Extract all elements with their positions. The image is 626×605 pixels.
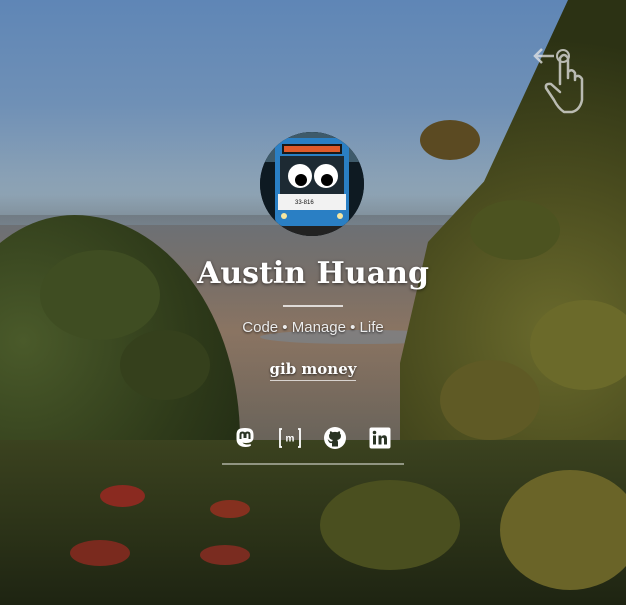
tagline: Code • Manage • Life bbox=[242, 319, 384, 336]
mastodon-icon[interactable] bbox=[233, 426, 257, 450]
github-icon[interactable] bbox=[323, 426, 347, 450]
profile-name: Austin Huang bbox=[197, 256, 429, 291]
swipe-hand-icon bbox=[533, 48, 584, 114]
linkedin-icon[interactable] bbox=[368, 426, 392, 450]
svg-text:m: m bbox=[286, 434, 295, 445]
matrix-icon[interactable]: m bbox=[278, 426, 302, 450]
link-underline bbox=[270, 380, 356, 381]
avatar: 33-816 bbox=[260, 132, 364, 236]
bus-avatar-image: 33-816 bbox=[260, 132, 364, 236]
gib-money-link[interactable]: gib money bbox=[266, 360, 360, 378]
name-divider bbox=[283, 305, 343, 307]
social-divider bbox=[222, 463, 404, 465]
bus-number-label: 33-816 bbox=[295, 200, 314, 206]
